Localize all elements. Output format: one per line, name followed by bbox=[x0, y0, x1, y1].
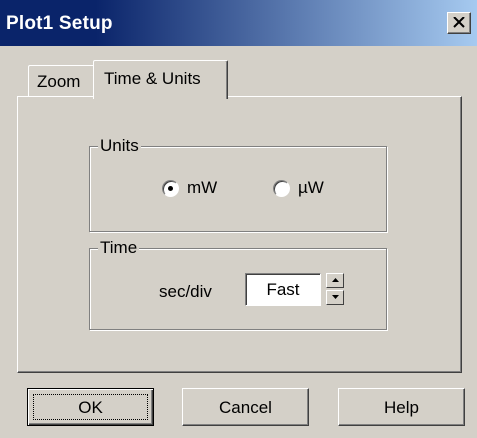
tab-time-units-label: Time & Units bbox=[104, 69, 201, 88]
time-legend: Time bbox=[98, 238, 140, 258]
ok-label: OK bbox=[78, 398, 103, 417]
speed-spinner[interactable] bbox=[326, 273, 345, 306]
units-legend: Units bbox=[98, 136, 141, 156]
tab-zoom[interactable]: Zoom bbox=[28, 65, 96, 97]
close-button[interactable] bbox=[447, 12, 471, 34]
radio-uw-circle[interactable] bbox=[273, 179, 290, 197]
speed-value: Fast bbox=[266, 280, 300, 299]
window-title: Plot1 Setup bbox=[6, 13, 113, 34]
help-button[interactable]: Help bbox=[338, 388, 465, 426]
help-label: Help bbox=[384, 398, 419, 417]
speed-field[interactable]: Fast bbox=[245, 273, 321, 306]
cancel-label: Cancel bbox=[219, 398, 272, 417]
cancel-button[interactable]: Cancel bbox=[182, 388, 309, 426]
time-groupbox: Time sec/div Fast bbox=[89, 238, 387, 330]
ok-button[interactable]: OK bbox=[27, 388, 154, 426]
radio-mw-label[interactable]: mW bbox=[187, 178, 217, 198]
radio-uw-label[interactable]: µW bbox=[298, 178, 324, 198]
title-bar[interactable]: Plot1 Setup bbox=[0, 0, 477, 46]
radio-selected-dot bbox=[168, 185, 173, 191]
radio-mw[interactable]: mW bbox=[162, 178, 217, 198]
arrow-down-icon bbox=[332, 295, 339, 299]
spin-down-button[interactable] bbox=[326, 290, 344, 305]
tab-panel bbox=[17, 96, 462, 373]
tab-zoom-label: Zoom bbox=[37, 72, 81, 91]
radio-mw-circle[interactable] bbox=[162, 179, 179, 197]
dialog-window: Plot1 Setup Zoom Time & Units Units mW µ… bbox=[0, 0, 477, 438]
radio-uw[interactable]: µW bbox=[273, 178, 324, 198]
arrow-up-icon bbox=[332, 278, 339, 282]
tab-time-units[interactable]: Time & Units bbox=[93, 60, 228, 99]
spin-up-button[interactable] bbox=[326, 273, 344, 288]
secdiv-label: sec/div bbox=[159, 282, 212, 301]
units-groupbox: Units mW µW bbox=[89, 136, 387, 232]
close-icon bbox=[453, 17, 465, 28]
